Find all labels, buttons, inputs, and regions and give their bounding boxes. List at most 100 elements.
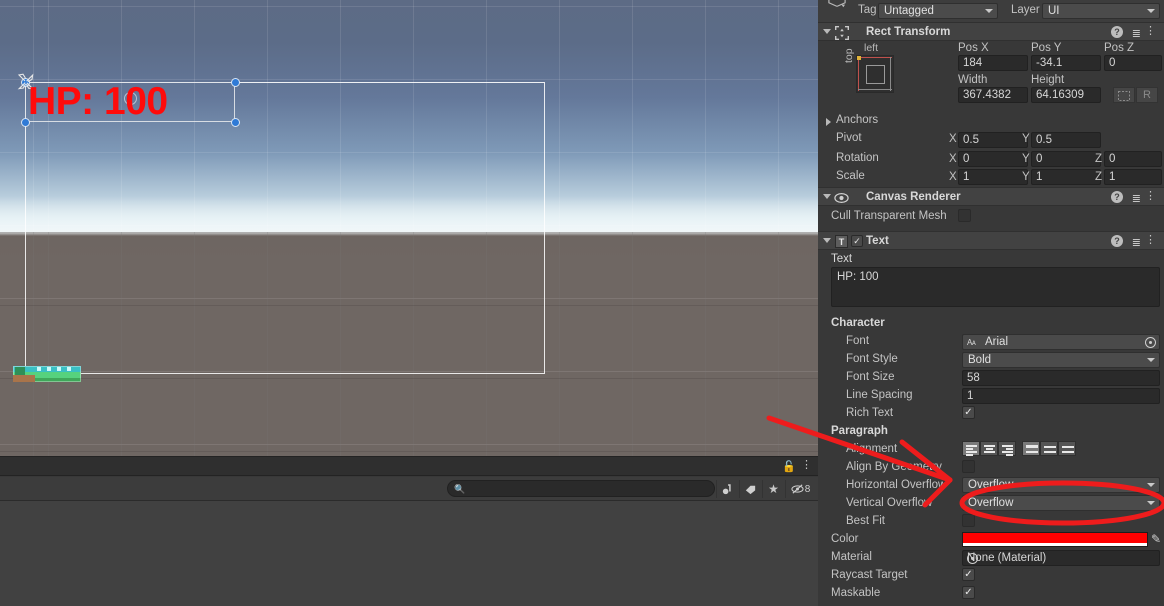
horizontal-overflow-dropdown[interactable]: Overflow — [962, 477, 1160, 493]
horizontal-overflow-value: Overflow — [968, 479, 1014, 491]
help-icon[interactable]: ? — [1111, 26, 1123, 38]
kebab-menu-icon[interactable]: ⋮ — [801, 460, 812, 471]
rotation-z-field[interactable]: 0 — [1104, 151, 1162, 167]
foldout-arrow-icon[interactable] — [823, 238, 831, 243]
component-header-rect-transform[interactable]: Rect Transform ? ≣ ⋮ — [818, 22, 1164, 41]
line-spacing-field[interactable]: 1 — [962, 388, 1160, 404]
text-component-icon: T — [834, 234, 849, 249]
rotation-label: Rotation — [836, 152, 879, 164]
scale-z-axis: Z — [1095, 171, 1103, 183]
rotation-x-field[interactable]: 0 — [958, 151, 1028, 167]
anchor-inner-rect — [866, 65, 885, 84]
raycast-target-row: Raycast Target ✓ — [818, 568, 1164, 586]
cull-transparent-mesh-checkbox[interactable] — [958, 209, 971, 222]
anchors-foldout[interactable]: Anchors — [818, 113, 1164, 130]
preset-icon[interactable]: ≣ — [1132, 236, 1141, 249]
object-picker-icon[interactable] — [967, 553, 978, 564]
scale-y-field[interactable]: 1 — [1031, 169, 1101, 185]
font-style-dropdown[interactable]: Bold — [962, 352, 1160, 368]
font-object-field[interactable]: Aᴀ Arial — [962, 334, 1160, 350]
scene-view[interactable]: HP: 100 — [0, 0, 818, 456]
align-left-button[interactable] — [962, 441, 980, 456]
unity-editor-window: HP: 100 🔓 ⋮ 🔍 ★ 8 Tag Untagged Layer UI … — [0, 0, 1164, 606]
pivot-y-field[interactable]: 0.5 — [1031, 132, 1101, 148]
width-value: 367.4382 — [963, 89, 1011, 101]
eyedropper-icon[interactable]: ✎ — [1151, 532, 1161, 546]
scale-x-field[interactable]: 1 — [958, 169, 1028, 185]
kebab-menu-icon[interactable]: ⋮ — [1145, 190, 1156, 203]
text-textarea[interactable]: HP: 100 — [831, 267, 1160, 307]
align-bottom-button[interactable] — [1058, 441, 1076, 456]
align-top-button[interactable] — [1022, 441, 1040, 456]
width-field[interactable]: 367.4382 — [958, 87, 1028, 103]
audio-listener-icon[interactable] — [716, 480, 738, 498]
object-picker-icon[interactable] — [1145, 337, 1156, 348]
anchor-preset-widget[interactable] — [856, 55, 894, 93]
blueprint-mode-button[interactable] — [1113, 87, 1135, 103]
vertical-overflow-dropdown[interactable]: Overflow — [962, 495, 1160, 511]
material-object-field[interactable]: None (Material) — [962, 550, 1160, 566]
text-field-block: Text HP: 100 — [818, 250, 1164, 316]
maskable-checkbox[interactable]: ✓ — [962, 586, 975, 599]
prefab-icon[interactable] — [826, 0, 848, 10]
pos-x-field[interactable]: 184 — [958, 55, 1028, 71]
font-size-field[interactable]: 58 — [962, 370, 1160, 386]
search-input[interactable]: 🔍 — [447, 480, 715, 497]
pos-y-field[interactable]: -34.1 — [1031, 55, 1101, 71]
component-header-text[interactable]: T ✓ Text ? ≣ ⋮ — [818, 231, 1164, 250]
scale-label: Scale — [836, 170, 865, 182]
help-icon[interactable]: ? — [1111, 235, 1123, 247]
kebab-menu-icon[interactable]: ⋮ — [1145, 25, 1156, 38]
foldout-arrow-icon[interactable] — [823, 29, 831, 34]
component-header-canvas-renderer[interactable]: Canvas Renderer ? ≣ ⋮ — [818, 187, 1164, 206]
align-middle-button[interactable] — [1040, 441, 1058, 456]
text-component-enabled-checkbox[interactable]: ✓ — [851, 235, 863, 247]
best-fit-checkbox[interactable] — [962, 514, 975, 527]
raw-edit-mode-button[interactable]: R — [1136, 87, 1158, 103]
line-spacing-label: Line Spacing — [846, 389, 913, 401]
sprite-pixel-a — [37, 367, 41, 371]
pivot-y-value: 0.5 — [1036, 134, 1052, 146]
star-icon[interactable]: ★ — [762, 480, 784, 498]
color-swatch[interactable] — [962, 532, 1148, 547]
chevron-down-icon — [1147, 501, 1155, 505]
preset-icon[interactable]: ≣ — [1132, 192, 1141, 205]
rotation-x-axis: X — [949, 153, 957, 165]
resize-handle-bottom-right[interactable] — [230, 117, 240, 127]
vertical-overflow-label: Vertical Overflow — [846, 497, 933, 509]
font-row: Font Aᴀ Arial — [818, 334, 1164, 352]
align-by-geometry-checkbox[interactable] — [962, 460, 975, 473]
sprite-pixel-c — [57, 367, 61, 371]
layer-value: UI — [1048, 5, 1060, 17]
vertical-overflow-value: Overflow — [968, 497, 1014, 509]
foldout-arrow-icon[interactable] — [823, 194, 831, 199]
layer-dropdown[interactable]: UI — [1042, 3, 1160, 19]
hidden-objects-icon[interactable]: 8 — [785, 480, 815, 498]
height-field[interactable]: 64.16309 — [1031, 87, 1101, 103]
help-icon[interactable]: ? — [1111, 191, 1123, 203]
resize-handle-top-right[interactable] — [230, 77, 240, 87]
scale-z-field[interactable]: 1 — [1104, 169, 1162, 185]
kebab-menu-icon[interactable]: ⋮ — [1145, 234, 1156, 247]
raycast-target-checkbox[interactable]: ✓ — [962, 568, 975, 581]
pivot-x-field[interactable]: 0.5 — [958, 132, 1028, 148]
scene-sprite-object[interactable] — [13, 366, 81, 382]
cull-transparent-mesh-row: Cull Transparent Mesh — [818, 206, 1164, 231]
rotation-y-field[interactable]: 0 — [1031, 151, 1101, 167]
lock-icon[interactable]: 🔓 — [782, 460, 796, 473]
pos-z-field[interactable]: 0 — [1104, 55, 1162, 71]
align-center-button[interactable] — [980, 441, 998, 456]
align-right-button[interactable] — [998, 441, 1016, 456]
sprite-pixel-b — [47, 367, 51, 371]
chevron-down-icon — [1147, 358, 1155, 362]
rich-text-checkbox[interactable]: ✓ — [962, 406, 975, 419]
font-size-row: Font Size 58 — [818, 370, 1164, 388]
component-name-rect-transform: Rect Transform — [866, 26, 951, 38]
tag-dropdown[interactable]: Untagged — [878, 3, 998, 19]
rotation-z-value: 0 — [1109, 153, 1116, 165]
height-label: Height — [1031, 74, 1065, 86]
tag-icon[interactable] — [739, 480, 761, 498]
color-swatch-fill — [963, 533, 1147, 543]
preset-icon[interactable]: ≣ — [1132, 27, 1141, 40]
component-name-text: Text — [866, 235, 889, 247]
